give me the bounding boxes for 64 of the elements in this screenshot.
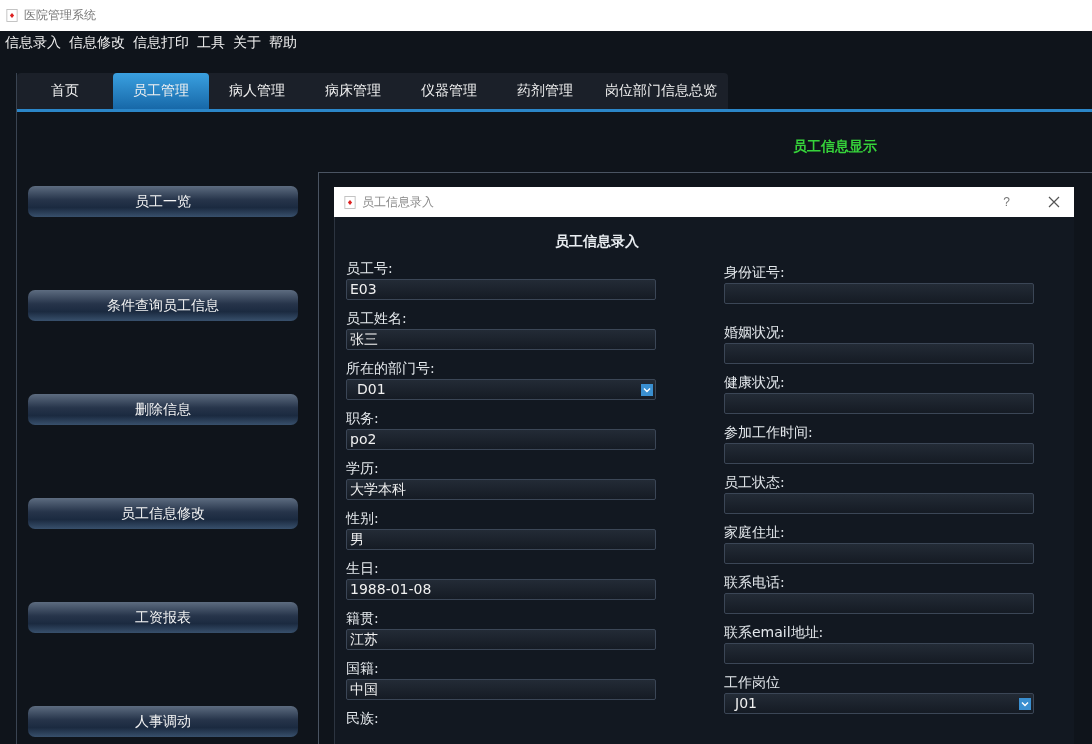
input-field[interactable]: 大学本科 xyxy=(346,479,656,500)
side-button[interactable]: 员工一览 xyxy=(28,186,298,217)
field-label: 所在的部门号: xyxy=(346,359,436,378)
side-button[interactable]: 人事调动 xyxy=(28,706,298,737)
tab[interactable]: 病人管理 xyxy=(209,73,305,109)
field-label: 职务: xyxy=(346,409,380,428)
app-icon xyxy=(6,8,18,23)
field-label: 学历: xyxy=(346,459,380,478)
menu-item[interactable]: 关于 xyxy=(233,34,261,52)
input-field[interactable]: po2 xyxy=(346,429,656,450)
tab[interactable]: 病床管理 xyxy=(305,73,401,109)
menu-item[interactable]: 工具 xyxy=(197,34,225,52)
field-label: 参加工作时间: xyxy=(724,423,814,442)
tab[interactable]: 员工管理 xyxy=(113,73,209,109)
field-label: 健康状况: xyxy=(724,373,786,392)
dropdown[interactable]: D01 xyxy=(346,379,656,400)
field-label: 员工状态: xyxy=(724,473,786,492)
menu-item[interactable]: 帮助 xyxy=(269,34,297,52)
field-label: 家庭住址: xyxy=(724,523,786,542)
input-field[interactable] xyxy=(724,443,1034,464)
side-button[interactable]: 工资报表 xyxy=(28,602,298,633)
side-button[interactable]: 条件查询员工信息 xyxy=(28,290,298,321)
input-field[interactable]: 男 xyxy=(346,529,656,550)
field-label: 联系电话: xyxy=(724,573,786,592)
tab[interactable]: 仪器管理 xyxy=(401,73,497,109)
menu-item[interactable]: 信息录入 xyxy=(5,34,61,52)
tab[interactable]: 药剂管理 xyxy=(497,73,593,109)
tab[interactable]: 首页 xyxy=(17,73,113,109)
dropdown[interactable]: J01 xyxy=(724,693,1034,714)
field-label: 联系email地址: xyxy=(724,623,825,642)
input-field[interactable] xyxy=(724,543,1034,564)
panel-title: 员工信息显示 xyxy=(791,137,878,156)
input-field[interactable] xyxy=(724,593,1034,614)
field-label: 国籍: xyxy=(346,659,380,678)
input-field[interactable] xyxy=(724,343,1034,364)
menu-item[interactable]: 信息修改 xyxy=(69,34,125,52)
tab[interactable]: 岗位部门信息总览 xyxy=(593,73,728,109)
field-label: 婚姻状况: xyxy=(724,323,786,342)
input-field[interactable]: 1988-01-08 xyxy=(346,579,656,600)
form-heading: 员工信息录入 xyxy=(554,232,640,251)
input-field[interactable] xyxy=(724,493,1034,514)
input-field[interactable]: 中国 xyxy=(346,679,656,700)
window-title: 医院管理系统 xyxy=(24,7,96,24)
field-label: 工作岗位 xyxy=(724,673,781,692)
close-icon[interactable] xyxy=(1048,196,1060,208)
side-button[interactable]: 删除信息 xyxy=(28,394,298,425)
input-field[interactable]: 张三 xyxy=(346,329,656,350)
field-label: 生日: xyxy=(346,559,380,578)
field-label: 身份证号: xyxy=(724,263,786,282)
input-field[interactable] xyxy=(724,393,1034,414)
input-field[interactable]: E03 xyxy=(346,279,656,300)
help-button[interactable]: ? xyxy=(997,195,1016,209)
dialog-title: 员工信息录入 xyxy=(362,193,434,211)
field-label: 员工号: xyxy=(346,259,394,278)
field-label: 籍贯: xyxy=(346,609,380,628)
menu-item[interactable]: 信息打印 xyxy=(133,34,189,52)
app-icon xyxy=(344,194,356,210)
input-field[interactable] xyxy=(724,283,1034,304)
side-button[interactable]: 员工信息修改 xyxy=(28,498,298,529)
input-field[interactable] xyxy=(724,643,1034,664)
field-label: 民族: xyxy=(346,709,380,728)
input-field[interactable]: 江苏 xyxy=(346,629,656,650)
field-label: 性别: xyxy=(346,509,380,528)
field-label: 员工姓名: xyxy=(346,309,408,328)
